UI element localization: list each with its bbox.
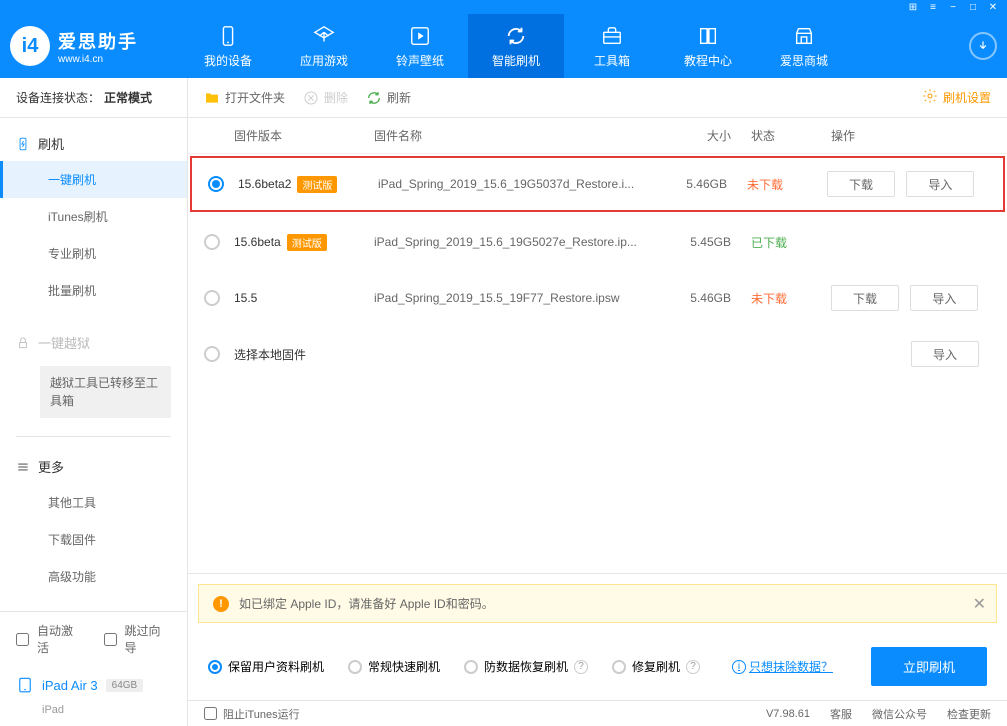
sidebar-jailbreak-header: 一键越狱	[0, 325, 187, 360]
check-update-link[interactable]: 检查更新	[947, 706, 991, 722]
firmware-row[interactable]: 15.5 iPad_Spring_2019_15.5_19F77_Restore…	[188, 270, 1007, 326]
delete-button: 删除	[303, 89, 348, 106]
firmware-radio[interactable]	[208, 176, 224, 192]
statusbar: 阻止iTunes运行 V7.98.61 客服 微信公众号 检查更新	[188, 700, 1007, 726]
refresh-small-icon	[366, 90, 382, 106]
toolbar: 打开文件夹 删除 刷新 刷机设置	[188, 78, 1007, 118]
beta-tag: 测试版	[297, 176, 337, 193]
nav-toolbox[interactable]: 工具箱	[564, 14, 660, 78]
device-info[interactable]: iPad Air 3 64GB	[0, 666, 187, 704]
header: i4 爱思助手 www.i4.cn 我的设备 应用游戏 铃声壁纸 智能刷机 工具…	[0, 14, 1007, 78]
skip-guide-checkbox[interactable]	[104, 633, 117, 646]
version-label: V7.98.61	[766, 708, 810, 720]
gear-icon	[922, 88, 938, 107]
help-icon[interactable]: ?	[686, 660, 700, 674]
sidebar-download-fw[interactable]: 下载固件	[0, 521, 187, 558]
firmware-row-local[interactable]: 选择本地固件 导入	[188, 326, 1007, 382]
nav-tutorials[interactable]: 教程中心	[660, 14, 756, 78]
sidebar-pro-flash[interactable]: 专业刷机	[0, 235, 187, 272]
firmware-radio[interactable]	[204, 290, 220, 306]
nav-apps[interactable]: 应用游戏	[276, 14, 372, 78]
sidebar-advanced[interactable]: 高级功能	[0, 558, 187, 595]
support-link[interactable]: 客服	[830, 706, 852, 722]
device-icon	[216, 24, 240, 48]
download-button[interactable]	[969, 32, 997, 60]
more-icon	[16, 460, 30, 474]
jailbreak-notice: 越狱工具已转移至工具箱	[40, 366, 171, 418]
flash-icon	[16, 137, 30, 151]
sidebar-batch-flash[interactable]: 批量刷机	[0, 272, 187, 309]
sidebar-itunes-flash[interactable]: iTunes刷机	[0, 198, 187, 235]
main-content: 打开文件夹 删除 刷新 刷机设置 固件版本 固件名称 大小 状态 操作	[188, 78, 1007, 726]
apps-icon	[312, 24, 336, 48]
sidebar-other-tools[interactable]: 其他工具	[0, 484, 187, 521]
nav-ringtones[interactable]: 铃声壁纸	[372, 14, 468, 78]
music-icon	[408, 24, 432, 48]
help-icon[interactable]: ?	[574, 660, 588, 674]
import-button[interactable]: 导入	[911, 341, 979, 367]
flash-now-button[interactable]: 立即刷机	[871, 647, 987, 686]
download-button[interactable]: 下载	[827, 171, 895, 197]
firmware-radio[interactable]	[204, 234, 220, 250]
bottom-panel: ! 如已绑定 Apple ID，请准备好 Apple ID和密码。 ✕ 保留用户…	[188, 573, 1007, 700]
sidebar-flash-header[interactable]: 刷机	[0, 126, 187, 161]
download-icon	[976, 39, 990, 53]
close-icon[interactable]: ✕	[987, 1, 999, 13]
download-button[interactable]: 下载	[831, 285, 899, 311]
info-icon: i	[732, 660, 746, 674]
flash-options: 保留用户资料刷机 常规快速刷机 防数据恢复刷机 ? 修复刷机 ? i	[188, 633, 1007, 700]
store-icon	[792, 24, 816, 48]
warning-bar: ! 如已绑定 Apple ID，请准备好 Apple ID和密码。 ✕	[198, 584, 997, 623]
folder-icon	[204, 90, 220, 106]
lock-icon	[16, 336, 30, 350]
warning-icon: !	[213, 596, 229, 612]
logo[interactable]: i4 爱思助手 www.i4.cn	[10, 26, 180, 66]
flash-option-anti-recovery[interactable]: 防数据恢复刷机 ?	[464, 658, 588, 675]
import-button[interactable]: 导入	[906, 171, 974, 197]
book-icon	[696, 24, 720, 48]
firmware-radio[interactable]	[204, 346, 220, 362]
grid-icon[interactable]: ⊞	[907, 1, 919, 13]
firmware-row[interactable]: 15.6beta2测试版 iPad_Spring_2019_15.6_19G50…	[190, 156, 1005, 212]
sidebar-oneclick-flash[interactable]: 一键刷机	[0, 161, 187, 198]
close-warning-button[interactable]: ✕	[973, 594, 986, 614]
flash-option-keep-data[interactable]: 保留用户资料刷机	[208, 658, 324, 675]
refresh-button[interactable]: 刷新	[366, 89, 411, 106]
block-itunes-checkbox[interactable]	[204, 707, 217, 720]
minimize-icon[interactable]: −	[947, 1, 959, 13]
refresh-icon	[504, 24, 528, 48]
maximize-icon[interactable]: □	[967, 1, 979, 13]
open-folder-button[interactable]: 打开文件夹	[204, 89, 285, 106]
table-header: 固件版本 固件名称 大小 状态 操作	[188, 118, 1007, 154]
sidebar: 设备连接状态： 正常模式 刷机 一键刷机 iTunes刷机 专业刷机 批量刷机 …	[0, 78, 188, 726]
sidebar-more-header[interactable]: 更多	[0, 449, 187, 484]
beta-tag: 测试版	[287, 234, 327, 251]
erase-data-link[interactable]: i 只想抹除数据？	[732, 658, 833, 675]
nav-store[interactable]: 爱思商城	[756, 14, 852, 78]
flash-settings-button[interactable]: 刷机设置	[922, 88, 991, 107]
flash-option-repair[interactable]: 修复刷机 ?	[612, 658, 700, 675]
device-status: 设备连接状态： 正常模式	[0, 78, 187, 118]
nav-my-device[interactable]: 我的设备	[180, 14, 276, 78]
divider	[16, 436, 171, 437]
wechat-link[interactable]: 微信公众号	[872, 706, 927, 722]
nav-flash[interactable]: 智能刷机	[468, 14, 564, 78]
logo-icon: i4	[10, 26, 50, 66]
menu-icon[interactable]: ≡	[927, 1, 939, 13]
auto-activate-checkbox[interactable]	[16, 633, 29, 646]
delete-icon	[303, 90, 319, 106]
app-url: www.i4.cn	[58, 54, 138, 65]
flash-option-normal[interactable]: 常规快速刷机	[348, 658, 440, 675]
toolbox-icon	[600, 24, 624, 48]
firmware-row[interactable]: 15.6beta测试版 iPad_Spring_2019_15.6_19G502…	[188, 214, 1007, 270]
app-name: 爱思助手	[58, 28, 138, 54]
import-button[interactable]: 导入	[910, 285, 978, 311]
tablet-icon	[16, 676, 34, 694]
